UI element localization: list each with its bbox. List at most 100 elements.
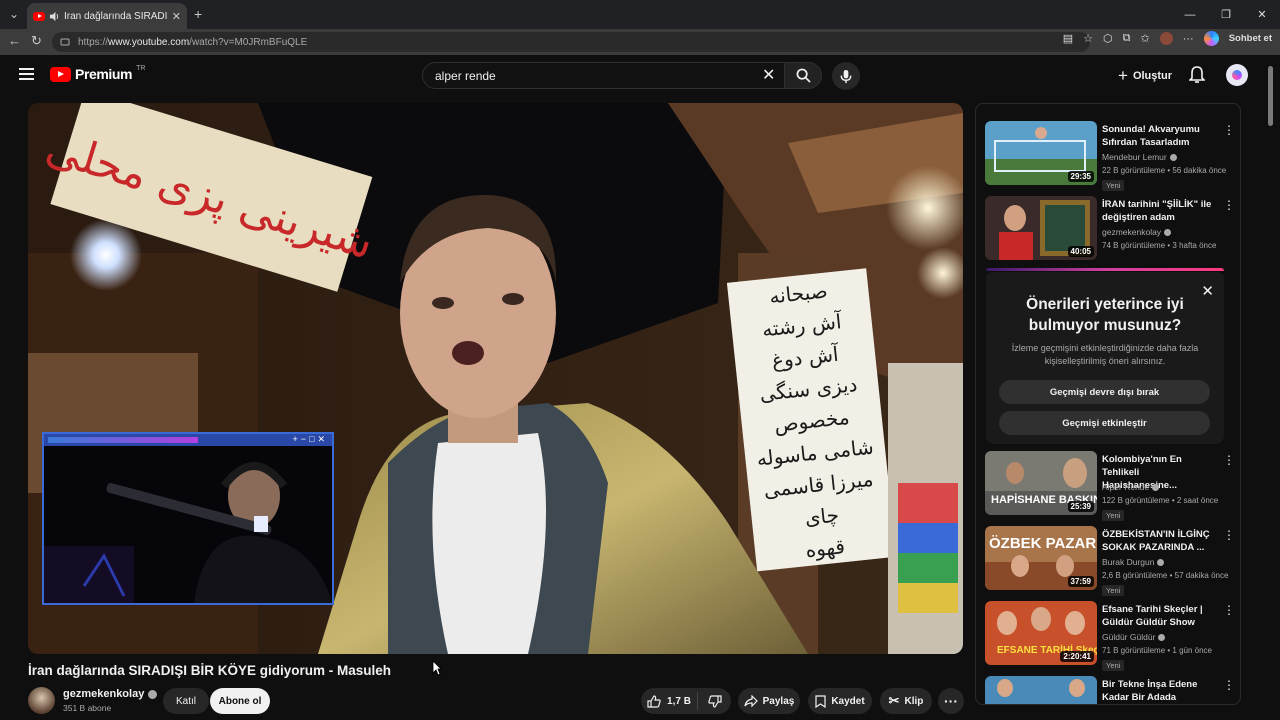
speaker-icon[interactable] [49,11,60,22]
channel-label: gezmekenkolay [1102,227,1162,237]
settings-more-icon[interactable]: ··· [1183,33,1194,45]
like-button[interactable]: 1,7 B [641,692,698,710]
channel-label: Alper Rende [1102,482,1150,492]
recommendation-item[interactable]: 40:05 İRAN tarihini "ŞİİLİK" ile değişti… [985,196,1235,266]
tab-close-icon[interactable]: ✕ [172,10,181,23]
video-thumbnail[interactable]: ÖZBEK PAZARI 37:59 [985,526,1097,590]
recommendation-channel[interactable]: Burak Durgun [1102,557,1165,567]
kebab-menu-icon[interactable]: ⋮ [1223,198,1235,212]
channel-label: Güldür Güldür [1102,632,1156,642]
bell-icon [1188,66,1206,83]
profile-avatar[interactable] [1159,32,1173,45]
scissors-icon: ✂ [888,693,900,708]
enable-history-button[interactable]: Geçmişi etkinleştir [999,411,1210,435]
duration-badge: 37:59 [1067,576,1094,587]
video-thumbnail[interactable]: 40:05 [985,196,1097,260]
collections-icon[interactable]: ✩ [1141,32,1150,45]
share-button[interactable]: Paylaş [738,688,800,714]
browser-toolbar-right: ▤ ☆ ⬡ ⧉ ✩ ··· Sohbet et [1063,31,1272,46]
promo-title: Önerileri yeterince iyi bulmuyor musunuz… [1026,296,1184,334]
logo-text: Premium [75,66,133,82]
search-clear-icon[interactable]: ✕ [762,65,775,85]
video-thumbnail[interactable]: EFSANE TARİHİ Skeçler 2:20:41 [985,601,1097,665]
search-input[interactable]: alper rende [422,62,788,89]
search-button[interactable] [784,62,822,89]
pip-overlay-window[interactable]: +−□✕ [42,432,334,605]
kebab-menu-icon[interactable]: ⋮ [1223,453,1235,467]
refresh-icon[interactable]: ↻ [31,33,42,49]
logo-country-code: TR [136,64,146,72]
browser-tab-active[interactable]: İran dağlarında SIRADIŞI BİR K ✕ [27,3,187,29]
recommendation-title[interactable]: Bir Tekne İnşa Edene Kadar Bir Adada Mah… [1102,678,1214,704]
recommendation-title[interactable]: ÖZBEKİSTAN'IN İLGİNÇ SOKAK PAZARINDA ... [1102,528,1214,554]
close-window-icon[interactable]: ✕ [1244,0,1280,29]
voice-search-button[interactable] [832,62,860,90]
restore-icon[interactable]: ❐ [1208,0,1244,29]
recommendation-item[interactable]: EFSANE TARİHİ Skeçler 2:20:41 Efsane Tar… [985,601,1235,671]
recommendation-title[interactable]: Efsane Tarihi Skeçler | Güldür Güldür Sh… [1102,603,1214,629]
menu-line: چای [804,503,840,530]
favorite-star-icon[interactable]: ☆ [1083,32,1093,45]
verified-check-icon [1152,483,1160,491]
thumbnail-caption: ÖZBEK PAZARI [989,535,1097,552]
url-field[interactable]: https://www.youtube.com/watch?v=M0JRmBFu… [52,32,1090,52]
video-thumbnail[interactable]: HAPİSHANE BASKINI 25:39 [985,451,1097,515]
dislike-button[interactable] [698,694,731,708]
verified-check-icon [1169,153,1177,161]
webcam-feed [44,446,332,603]
scrollbar-thumb[interactable] [1268,66,1273,126]
save-button[interactable]: Kaydet [808,688,872,714]
split-screen-icon[interactable]: ⧉ [1123,32,1131,45]
subscribe-button[interactable]: Abone ol [210,688,270,714]
back-icon[interactable]: ← [8,33,21,48]
reader-view-icon[interactable]: ▤ [1063,32,1073,45]
pip-titlebar[interactable]: +−□✕ [44,434,332,446]
youtube-logo-icon [50,66,71,82]
extensions-icon[interactable]: ⬡ [1103,32,1113,45]
recommendation-title[interactable]: İRAN tarihini "ŞİİLİK" ile değiştiren ad… [1102,198,1214,224]
channel-name[interactable]: gezmekenkolay [63,688,144,700]
menu-hamburger-icon[interactable] [19,68,34,83]
channel-label: Mendebur Lemur [1102,152,1167,162]
video-thumbnail[interactable]: 29:35 [985,121,1097,185]
create-button[interactable]: + Oluştur [1118,66,1172,86]
copilot-label[interactable]: Sohbet et [1229,33,1272,44]
tab-list-chevron-icon[interactable]: ⌄ [9,8,19,20]
kebab-menu-icon[interactable]: ⋮ [1223,528,1235,542]
kebab-menu-icon[interactable]: ⋮ [1223,678,1235,692]
recommendation-channel[interactable]: Mendebur Lemur [1102,152,1177,162]
thumbs-down-icon [707,694,722,708]
youtube-premium-logo[interactable]: Premium TR [50,64,146,82]
account-avatar[interactable] [1226,64,1248,86]
account-avatar-icon [1232,70,1242,80]
recommendation-item[interactable]: Bir Tekne İnşa Edene Kadar Bir Adada Mah… [985,676,1235,704]
copilot-icon[interactable] [1203,31,1219,46]
recommendation-channel[interactable]: gezmekenkolay [1102,227,1172,237]
new-badge: Yeni [1102,180,1125,191]
channel-name-row[interactable]: gezmekenkolay [63,688,158,700]
more-actions-button[interactable]: ··· [938,688,964,714]
new-tab-icon[interactable]: + [194,7,202,21]
disable-history-button[interactable]: Geçmişi devre dışı bırak [999,380,1210,404]
notifications-button[interactable] [1188,66,1206,89]
clip-button[interactable]: ✂ Klip [880,688,932,714]
recommendation-channel[interactable]: Güldür Güldür [1102,632,1166,642]
recommendation-meta: 74 B görüntüleme • 3 hafta önce [1102,241,1217,250]
recommendation-channel[interactable]: Alper Rende [1102,482,1160,492]
new-badge: Yeni [1102,585,1125,596]
pip-window-controls-icon[interactable]: +−□✕ [293,434,329,445]
recommendation-item[interactable]: 29:35 Sonunda! Akvaryumu Sıfırdan Tasarl… [985,121,1235,191]
kebab-menu-icon[interactable]: ⋮ [1223,123,1235,137]
minimize-icon[interactable]: — [1172,0,1208,29]
channel-avatar[interactable] [28,687,55,714]
kebab-menu-icon[interactable]: ⋮ [1223,603,1235,617]
microphone-icon [840,69,852,83]
verified-check-icon [148,689,158,699]
page-scrollbar[interactable] [1268,60,1273,720]
video-thumbnail[interactable] [985,676,1097,704]
site-info-icon[interactable] [60,37,70,47]
join-button[interactable]: Katıl [163,688,209,714]
recommendation-item[interactable]: ÖZBEK PAZARI 37:59 ÖZBEKİSTAN'IN İLGİNÇ … [985,526,1235,596]
recommendation-item[interactable]: HAPİSHANE BASKINI 25:39 Kolombiya'nın En… [985,451,1235,521]
recommendation-title[interactable]: Sonunda! Akvaryumu Sıfırdan Tasarladım [1102,123,1214,149]
